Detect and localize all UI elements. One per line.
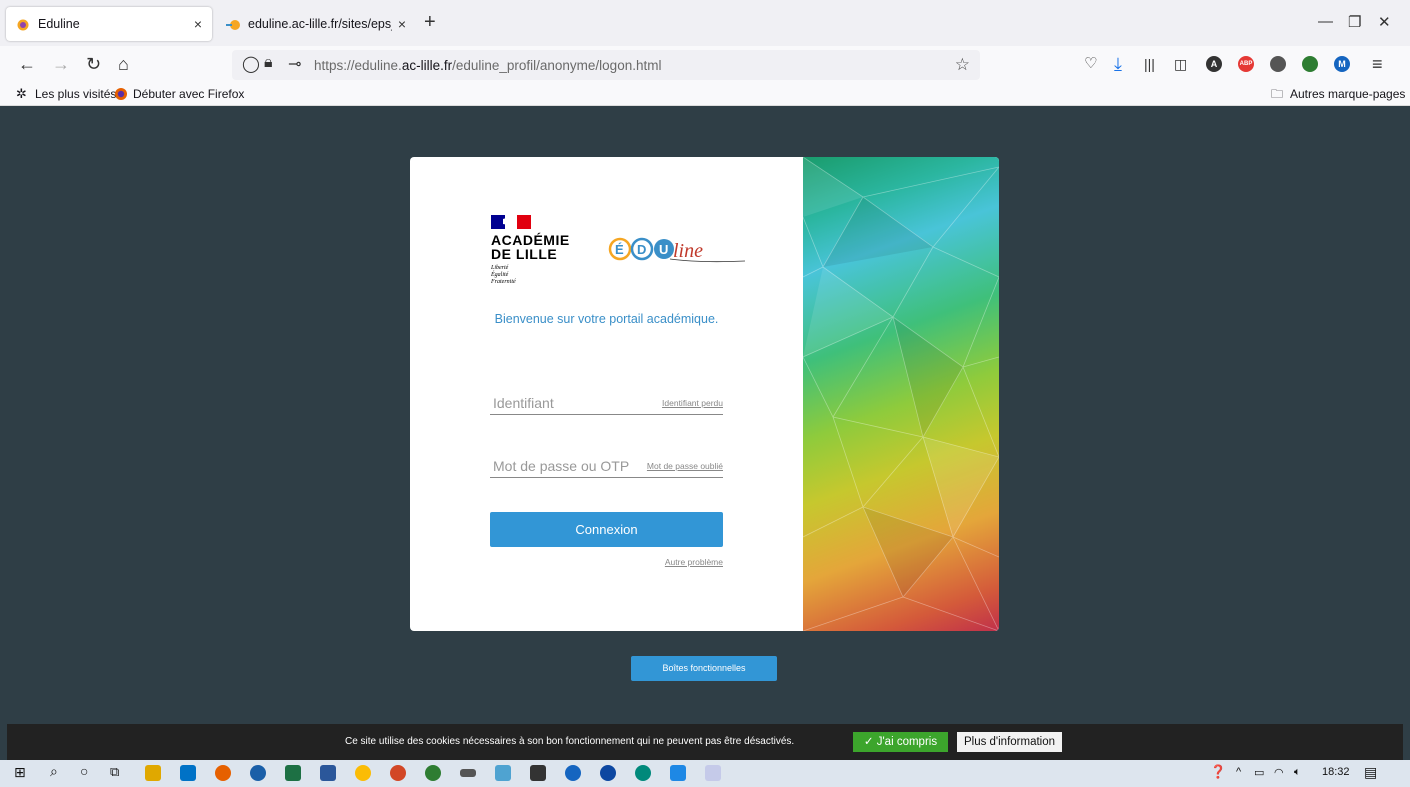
wifi-icon[interactable]: ◠ [1274, 766, 1284, 779]
svg-text:D: D [637, 242, 646, 257]
minimize-icon[interactable]: — [1318, 13, 1333, 30]
app-icon[interactable] [565, 765, 581, 781]
app-icon[interactable] [460, 769, 476, 777]
tab-close-icon[interactable]: × [398, 16, 406, 32]
eduline-logo: É D U line [608, 237, 745, 263]
identifiant-input[interactable] [493, 393, 643, 413]
key-icon[interactable]: ⊸ [288, 54, 301, 74]
url-text: https://eduline.ac-lille.fr/eduline_prof… [314, 58, 662, 73]
bookmark-getting-started[interactable]: Débuter avec Firefox [114, 87, 244, 101]
extension-a-icon[interactable]: A [1206, 56, 1222, 72]
app-icon[interactable] [705, 765, 721, 781]
reload-icon[interactable]: ↻ [86, 54, 101, 74]
tab-eduline[interactable]: Eduline × [6, 7, 212, 41]
cookie-message: Ce site utilise des cookies nécessaires … [345, 736, 795, 747]
mot-de-passe-oublie-link[interactable]: Mot de passe oublié [647, 461, 723, 471]
file-explorer-icon[interactable] [145, 765, 161, 781]
password-input[interactable] [493, 456, 638, 476]
search-icon[interactable]: ⌕ [50, 763, 58, 780]
svg-text:line: line [673, 240, 703, 262]
outlook-icon[interactable] [180, 765, 196, 781]
app-icon[interactable] [635, 765, 651, 781]
devise-republique: Liberté Égalité Fraternité [491, 265, 516, 285]
windows-taskbar: ⊞ ⌕ ○ ⧉ ❓ ^ ▭ ◠ 🔈︎ 18:32 ▤ [0, 760, 1410, 787]
app-icon[interactable] [670, 765, 686, 781]
task-view-icon[interactable]: ⧉ [110, 764, 119, 780]
forward-icon[interactable]: → [52, 54, 70, 74]
eduline-favicon-icon [226, 20, 240, 30]
svg-text:U: U [659, 242, 668, 257]
tray-chevron-up-icon[interactable]: ^ [1236, 766, 1241, 778]
svg-text:É: É [615, 242, 624, 257]
navigation-bar: ← → ↻ ⌂ ◯ 🔒︎ ⊸ https://eduline.ac-lille.… [0, 46, 1410, 84]
extension-icon[interactable] [1270, 56, 1286, 72]
app-icon[interactable] [600, 765, 616, 781]
tab-title: eduline.ac-lille.fr/sites/eps_outi [248, 17, 392, 31]
excel-icon[interactable] [285, 765, 301, 781]
library-icon[interactable]: ||| [1144, 54, 1155, 74]
folder-icon: 🗀 [1271, 87, 1284, 101]
restore-icon[interactable]: ❐ [1348, 13, 1361, 31]
bookmark-other[interactable]: 🗀 Autres marque-pages [1271, 87, 1405, 101]
battery-icon[interactable]: ▭ [1254, 766, 1264, 779]
extension-m-icon[interactable]: M [1334, 56, 1350, 72]
powerpoint-icon[interactable] [390, 765, 406, 781]
sidebar-icon[interactable]: ◫ [1174, 54, 1187, 74]
app-icon[interactable] [425, 765, 441, 781]
close-window-icon[interactable]: ✕ [1378, 13, 1391, 31]
identifiant-field: Identifiant perdu [490, 393, 723, 415]
decorative-polygon-panel [803, 157, 999, 631]
clock[interactable]: 18:32 [1322, 766, 1350, 778]
lock-icon[interactable]: 🔒︎ [264, 54, 273, 72]
bookmark-star-icon[interactable]: ☆ [955, 55, 970, 75]
password-field: Mot de passe oublié [490, 456, 723, 478]
tab-title: Eduline [38, 17, 80, 31]
login-card: ACADÉMIE DE LILLE Liberté Égalité Frater… [410, 157, 999, 631]
firefox-icon[interactable] [215, 765, 231, 781]
extension-icon[interactable] [1302, 56, 1318, 72]
cortana-icon[interactable]: ○ [80, 763, 88, 779]
pocket-icon[interactable]: ♡ [1084, 54, 1097, 74]
adblock-icon[interactable]: ABP [1238, 56, 1254, 72]
triangle-pattern [803, 157, 999, 631]
chrome-icon[interactable] [355, 765, 371, 781]
marianne-flag-icon [491, 215, 531, 229]
downloads-icon[interactable]: ⤓ [1114, 54, 1122, 74]
autre-probleme-link[interactable]: Autre problème [665, 557, 723, 567]
gear-icon: ✲ [16, 86, 27, 101]
eduline-favicon-icon [17, 19, 29, 31]
bookmark-most-visited[interactable]: ✲ Les plus visités [16, 86, 116, 102]
windows-start-icon[interactable]: ⊞ [14, 764, 26, 781]
help-icon[interactable]: ❓ [1210, 764, 1226, 780]
menu-icon[interactable]: ≡ [1372, 54, 1383, 74]
notifications-icon[interactable]: ▤ [1364, 764, 1377, 781]
cookie-accept-button[interactable]: ✓ J'ai compris [853, 732, 948, 752]
new-tab-button[interactable]: + [424, 12, 436, 32]
tab-close-icon[interactable]: × [194, 16, 202, 32]
tab-bar: Eduline × eduline.ac-lille.fr/sites/eps_… [0, 0, 1410, 46]
academie-title: ACADÉMIE DE LILLE [491, 232, 570, 262]
app-icon[interactable] [530, 765, 546, 781]
cookie-more-info-button[interactable]: Plus d'information [957, 732, 1062, 752]
identifiant-perdu-link[interactable]: Identifiant perdu [662, 398, 723, 408]
app-icon[interactable] [250, 765, 266, 781]
boites-fonctionnelles-button[interactable]: Boîtes fonctionnelles [631, 656, 777, 681]
word-icon[interactable] [320, 765, 336, 781]
back-icon[interactable]: ← [18, 54, 36, 74]
tab-eps-outils[interactable]: eduline.ac-lille.fr/sites/eps_outi × [216, 7, 416, 41]
connexion-button[interactable]: Connexion [490, 512, 723, 547]
volume-icon[interactable]: 🔈︎ [1294, 766, 1301, 779]
bookmarks-bar: ✲ Les plus visités Débuter avec Firefox … [0, 84, 1410, 106]
welcome-message: Bienvenue sur votre portail académique. [494, 312, 719, 326]
cookie-banner: Ce site utilise des cookies nécessaires … [7, 724, 1403, 760]
url-bar[interactable]: ◯ 🔒︎ ⊸ https://eduline.ac-lille.fr/eduli… [232, 50, 980, 80]
shield-icon[interactable]: ◯ [242, 54, 260, 74]
home-icon[interactable]: ⌂ [118, 54, 129, 74]
firefox-icon [115, 88, 127, 100]
app-icon[interactable] [495, 765, 511, 781]
